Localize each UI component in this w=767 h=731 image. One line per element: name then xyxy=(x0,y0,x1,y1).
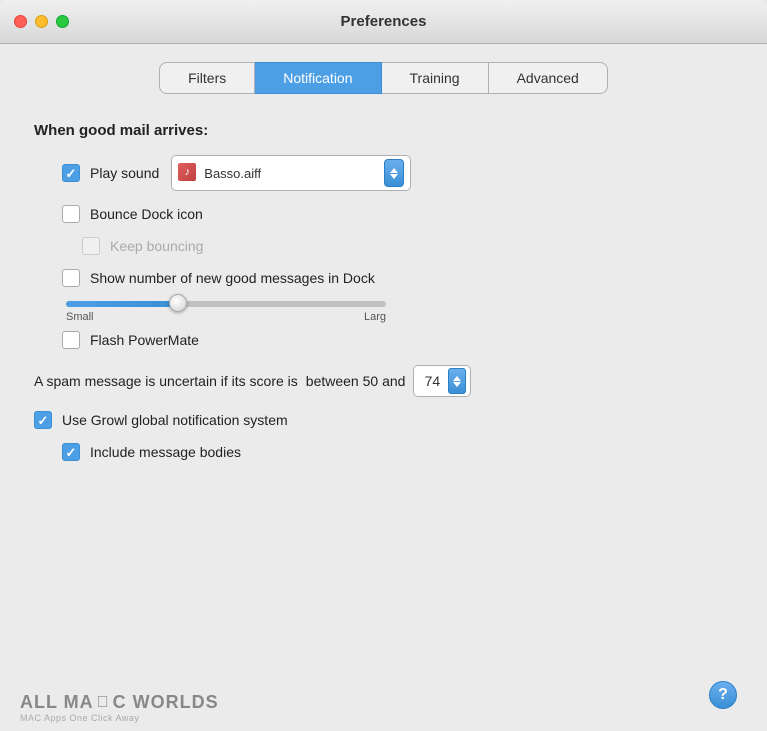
keep-bouncing-checkbox-wrap: Keep bouncing xyxy=(82,237,203,255)
play-sound-checkbox[interactable] xyxy=(62,164,80,182)
growl-row: Use Growl global notification system xyxy=(34,411,737,429)
message-bodies-row: Include message bodies xyxy=(62,443,737,461)
section-label: When good mail arrives: xyxy=(34,122,737,139)
score-input-wrap[interactable]: 74 xyxy=(413,365,471,397)
sound-file-name: Basso.aiff xyxy=(204,166,378,181)
slider-large-label: Larg xyxy=(364,311,386,323)
window-controls xyxy=(14,15,69,28)
flash-powermate-checkbox-wrap[interactable]: Flash PowerMate xyxy=(62,331,199,349)
stepper-up-icon xyxy=(390,168,398,173)
keep-bouncing-row: Keep bouncing xyxy=(82,237,737,255)
score-text-part1: A spam message is uncertain if its score… xyxy=(34,373,298,389)
slider-fill xyxy=(66,301,178,307)
bounce-dock-checkbox[interactable] xyxy=(62,205,80,223)
tab-filters[interactable]: Filters xyxy=(159,62,255,94)
score-stepper-down-icon xyxy=(453,382,461,387)
watermark-text-all: ALL MA xyxy=(20,692,94,713)
keep-bouncing-label: Keep bouncing xyxy=(110,238,203,254)
sound-icon-img xyxy=(178,163,196,181)
size-slider-container: Small Larg xyxy=(66,301,737,323)
message-bodies-label: Include message bodies xyxy=(90,444,241,460)
bounce-dock-row: Bounce Dock icon xyxy=(62,205,737,223)
stepper-down-icon xyxy=(390,174,398,179)
watermark-sub: MAC Apps One Click Away xyxy=(20,713,139,723)
score-value[interactable]: 74 xyxy=(418,371,446,391)
bounce-dock-checkbox-wrap[interactable]: Bounce Dock icon xyxy=(62,205,203,223)
play-sound-label: Play sound xyxy=(90,165,159,181)
watermark: ALL MA  C WORLDS MAC Apps One Click Awa… xyxy=(20,692,219,723)
maximize-button[interactable] xyxy=(56,15,69,28)
slider-track[interactable] xyxy=(66,301,386,307)
main-content: Filters Notification Training Advanced W… xyxy=(0,44,767,731)
flash-powermate-checkbox[interactable] xyxy=(62,331,80,349)
tab-training[interactable]: Training xyxy=(382,62,489,94)
sound-stepper[interactable] xyxy=(384,159,404,187)
show-number-checkbox-wrap[interactable]: Show number of new good messages in Dock xyxy=(62,269,375,287)
growl-checkbox[interactable] xyxy=(34,411,52,429)
score-stepper-up-icon xyxy=(453,376,461,381)
message-bodies-checkbox-wrap[interactable]: Include message bodies xyxy=(62,443,241,461)
show-number-row: Show number of new good messages in Dock xyxy=(62,269,737,287)
flash-powermate-row: Flash PowerMate xyxy=(62,331,737,349)
title-bar: Preferences xyxy=(0,0,767,44)
growl-label: Use Growl global notification system xyxy=(62,412,288,428)
slider-thumb[interactable] xyxy=(169,294,187,312)
show-number-label: Show number of new good messages in Dock xyxy=(90,270,375,286)
tab-bar: Filters Notification Training Advanced xyxy=(30,62,737,94)
keep-bouncing-checkbox xyxy=(82,237,100,255)
tab-notification[interactable]: Notification xyxy=(255,62,381,94)
bottom-row: ? xyxy=(709,681,737,709)
play-sound-checkbox-wrap[interactable]: Play sound xyxy=(62,164,159,182)
sound-dropdown[interactable]: Basso.aiff xyxy=(171,155,411,191)
minimize-button[interactable] xyxy=(35,15,48,28)
growl-checkbox-wrap[interactable]: Use Growl global notification system xyxy=(34,411,288,429)
play-sound-row: Play sound Basso.aiff xyxy=(62,155,737,191)
slider-labels: Small Larg xyxy=(66,311,386,323)
score-stepper[interactable] xyxy=(448,368,466,394)
apple-logo-icon:  xyxy=(97,694,110,712)
sound-file-icon xyxy=(178,163,198,183)
show-number-checkbox[interactable] xyxy=(62,269,80,287)
score-text-part2: between 50 and xyxy=(306,373,406,389)
flash-powermate-label: Flash PowerMate xyxy=(90,332,199,348)
message-bodies-checkbox[interactable] xyxy=(62,443,80,461)
watermark-text-worlds: C WORLDS xyxy=(113,692,219,713)
window-title: Preferences xyxy=(341,13,427,30)
close-button[interactable] xyxy=(14,15,27,28)
score-row: A spam message is uncertain if its score… xyxy=(34,365,737,397)
bounce-dock-label: Bounce Dock icon xyxy=(90,206,203,222)
help-button[interactable]: ? xyxy=(709,681,737,709)
tab-advanced[interactable]: Advanced xyxy=(489,62,608,94)
watermark-main: ALL MA  C WORLDS xyxy=(20,692,219,713)
slider-small-label: Small xyxy=(66,311,94,323)
